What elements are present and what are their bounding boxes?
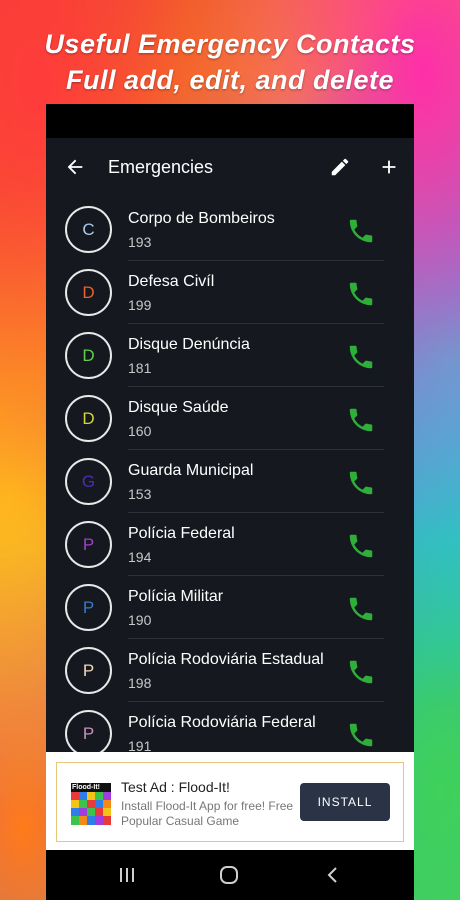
contact-row[interactable]: P Polícia Rodoviária Estadual 198 bbox=[46, 639, 414, 702]
contact-name: Guarda Municipal bbox=[128, 462, 254, 479]
contact-avatar: P bbox=[65, 710, 112, 756]
contact-number: 190 bbox=[128, 612, 152, 628]
contact-row[interactable]: D Defesa Civíl 199 bbox=[46, 261, 414, 324]
contact-avatar: D bbox=[65, 269, 112, 316]
contact-row[interactable]: C Corpo de Bombeiros 193 bbox=[46, 198, 414, 261]
avatar-initial: C bbox=[82, 219, 95, 239]
install-button[interactable]: INSTALL bbox=[300, 783, 390, 821]
contact-name: Polícia Militar bbox=[128, 588, 224, 605]
contact-avatar: D bbox=[65, 395, 112, 442]
system-nav-bar bbox=[46, 850, 414, 900]
contact-row[interactable]: D Disque Saúde 160 bbox=[46, 387, 414, 450]
phone-icon[interactable] bbox=[346, 279, 376, 309]
avatar-initial: D bbox=[82, 345, 95, 365]
page-title: Emergencies bbox=[108, 157, 214, 177]
avatar-initial: P bbox=[82, 534, 95, 554]
ad-app-logo[interactable]: Flood-It! bbox=[71, 783, 111, 825]
contact-avatar: P bbox=[65, 521, 112, 568]
avatar-initial: G bbox=[81, 471, 96, 491]
contact-name: Polícia Rodoviária Estadual bbox=[128, 651, 324, 668]
add-button[interactable] bbox=[371, 149, 407, 185]
ad-logo-text: Flood-It! bbox=[72, 784, 100, 791]
status-bar bbox=[46, 104, 414, 138]
app-bar: Emergencies bbox=[46, 138, 414, 196]
contact-row[interactable]: P Polícia Federal 194 bbox=[46, 513, 414, 576]
nav-back-icon bbox=[327, 867, 337, 883]
plus-icon bbox=[382, 160, 396, 174]
phone-icon[interactable] bbox=[346, 720, 376, 750]
pencil-icon bbox=[331, 158, 349, 176]
contact-row[interactable]: P Polícia Rodoviária Federal 191 bbox=[46, 702, 414, 756]
avatar-initial: P bbox=[82, 597, 95, 617]
promo-line-1: Useful Emergency Contacts bbox=[44, 29, 416, 59]
phone-icon[interactable] bbox=[346, 405, 376, 435]
contact-list: C Corpo de Bombeiros 193 D Defesa Civíl 199 D D… bbox=[46, 196, 414, 756]
back-button[interactable] bbox=[57, 149, 93, 185]
contact-name: Polícia Rodoviária Federal bbox=[128, 714, 316, 731]
contact-number: 194 bbox=[128, 549, 152, 565]
promo-headline: Useful Emergency Contacts Full add, edit… bbox=[0, 26, 460, 98]
ad-frame: Flood-It! Test Ad : Flood-It! Install Fl… bbox=[56, 762, 404, 842]
ad-title[interactable]: Test Ad : Flood-It! bbox=[121, 779, 230, 795]
avatar-initial: P bbox=[82, 723, 95, 743]
ad-banner[interactable]: Flood-It! Test Ad : Flood-It! Install Fl… bbox=[46, 752, 414, 850]
contact-number: 181 bbox=[128, 360, 152, 376]
phone-icon[interactable] bbox=[346, 468, 376, 498]
ad-body: Install Flood-It App for free! Free Popu… bbox=[121, 799, 294, 828]
contact-avatar: G bbox=[65, 458, 112, 505]
contact-number: 199 bbox=[128, 297, 152, 313]
contact-number: 193 bbox=[128, 234, 152, 250]
contact-avatar: D bbox=[65, 332, 112, 379]
phone-icon[interactable] bbox=[346, 657, 376, 687]
contact-avatar: C bbox=[65, 206, 112, 253]
nav-back-button[interactable] bbox=[320, 862, 346, 888]
contact-avatar: P bbox=[65, 647, 112, 694]
contact-number: 153 bbox=[128, 486, 152, 502]
contact-name: Disque Saúde bbox=[128, 399, 229, 416]
avatar-initial: P bbox=[82, 660, 95, 680]
promo-line-2: Full add, edit, and delete bbox=[65, 65, 395, 95]
phone-icon[interactable] bbox=[346, 216, 376, 246]
edit-button[interactable] bbox=[322, 149, 358, 185]
contact-row[interactable]: D Disque Denúncia 181 bbox=[46, 324, 414, 387]
contact-name: Polícia Federal bbox=[128, 525, 235, 542]
contact-number: 160 bbox=[128, 423, 152, 439]
contact-name: Defesa Civíl bbox=[128, 273, 215, 290]
phone-icon[interactable] bbox=[346, 342, 376, 372]
home-icon bbox=[220, 866, 238, 884]
contact-row[interactable]: P Polícia Militar 190 bbox=[46, 576, 414, 639]
contact-name: Disque Denúncia bbox=[128, 336, 250, 353]
arrow-back-icon bbox=[67, 159, 83, 175]
avatar-initial: D bbox=[82, 408, 95, 428]
contact-avatar: P bbox=[65, 584, 112, 631]
phone-icon[interactable] bbox=[346, 594, 376, 624]
recents-button[interactable] bbox=[114, 862, 140, 888]
phone-screen: Emergencies C Corpo de Bombeiros 193 D Defes… bbox=[46, 104, 414, 900]
phone-icon[interactable] bbox=[346, 531, 376, 561]
recents-icon bbox=[120, 868, 134, 882]
home-button[interactable] bbox=[216, 862, 242, 888]
contact-row[interactable]: G Guarda Municipal 153 bbox=[46, 450, 414, 513]
contact-name: Corpo de Bombeiros bbox=[128, 210, 275, 227]
avatar-initial: D bbox=[82, 282, 95, 302]
contact-number: 198 bbox=[128, 675, 152, 691]
